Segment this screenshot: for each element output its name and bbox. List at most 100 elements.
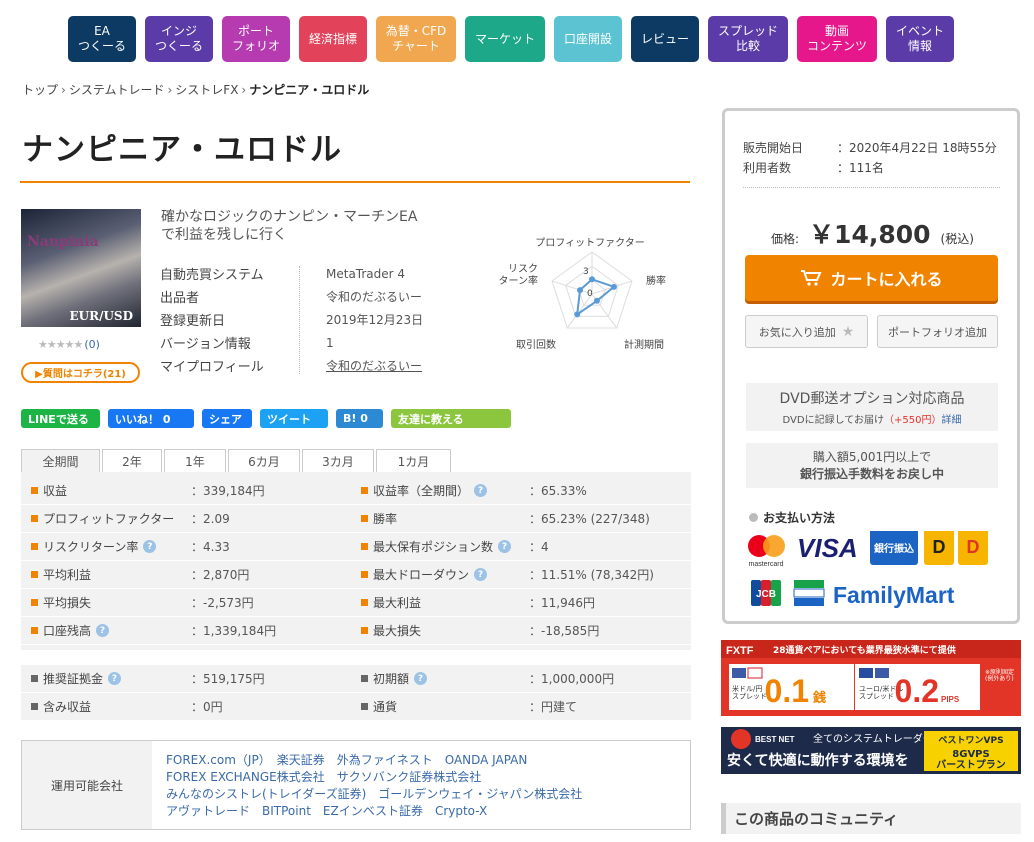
- nav-button[interactable]: レビュー: [631, 16, 699, 62]
- help-icon[interactable]: ?: [96, 624, 110, 637]
- nav-button[interactable]: 動画 コンテンツ: [797, 16, 877, 62]
- stat-value: ：4: [529, 540, 549, 554]
- bullet-icon: [361, 599, 368, 606]
- profile-link[interactable]: 令和のだぶるいー: [300, 357, 422, 374]
- stat-value: ：-18,585円: [529, 624, 600, 638]
- help-icon[interactable]: ?: [474, 484, 488, 497]
- bullet-icon: [31, 543, 38, 550]
- share-button[interactable]: ツイート: [260, 409, 328, 428]
- nav-button[interactable]: 経済指標: [299, 16, 367, 62]
- share-button[interactable]: LINEで送る: [21, 409, 100, 428]
- period-tab[interactable]: 1カ月: [376, 449, 451, 473]
- nav-button[interactable]: 為替・CFD チャート: [376, 16, 456, 62]
- stat-label: 最大損失: [373, 624, 422, 638]
- stat-value: ：339,184円: [191, 484, 265, 498]
- bullet-icon: [361, 675, 368, 682]
- stat-label: 平均利益: [43, 568, 92, 582]
- breadcrumb-link[interactable]: システムトレード: [69, 83, 165, 97]
- chevron-right-icon: ›: [167, 83, 173, 97]
- stat-label: 収益: [43, 484, 68, 498]
- broker-label: 運用可能会社: [22, 741, 152, 829]
- broker-list: FOREX.com（JP） 楽天証券 外為ファイネスト OANDA JAPAN …: [152, 741, 596, 829]
- help-icon[interactable]: ?: [143, 540, 157, 553]
- radar-label: 計測期間: [624, 338, 664, 351]
- nav-button[interactable]: 口座開設: [554, 16, 622, 62]
- add-portfolio-button[interactable]: ポートフォリオ追加: [877, 315, 998, 348]
- breadcrumb: トップ › システムトレード › シストレFX › ナンピニア・ユロドル: [22, 81, 369, 98]
- nav-button[interactable]: イベント 情報: [886, 16, 954, 62]
- help-icon[interactable]: ?: [498, 540, 512, 553]
- nav-button[interactable]: ポート フォリオ: [222, 16, 290, 62]
- share-button[interactable]: B! 0: [336, 409, 383, 428]
- question-button[interactable]: ▶質問はコチラ(21): [21, 362, 140, 383]
- radar-label: 勝率: [646, 274, 666, 287]
- bank-transfer-text: 銀行振込: [874, 542, 914, 555]
- period-tab[interactable]: 1年: [164, 449, 226, 473]
- community-heading: この商品のコミュニティ: [721, 803, 1021, 834]
- stat-value: ：0円: [191, 700, 223, 714]
- stat-item: 口座残高? ：1,339,184円: [21, 617, 349, 645]
- stat-value: ：65.33%: [529, 484, 587, 498]
- broker-line[interactable]: アヴァトレード BITPoint EZインベスト証券 Crypto-X: [166, 803, 582, 820]
- radar-point: [610, 283, 617, 290]
- fxtf-ad-art: FXTF 28通貨ペアにおいても業界最狭水準にて提供 米ドル/円スプレッド 0.…: [721, 640, 1021, 710]
- period-tab[interactable]: 全期間: [21, 449, 100, 473]
- add-to-cart-label: カートに入れる: [830, 270, 943, 289]
- svg-text:PIPS: PIPS: [941, 695, 960, 704]
- share-button[interactable]: シェア: [202, 409, 252, 428]
- fxtf-ad-banner[interactable]: FXTF 28通貨ペアにおいても業界最狭水準にて提供 米ドル/円スプレッド 0.…: [721, 640, 1021, 716]
- breadcrumb-link[interactable]: シストレFX: [175, 83, 238, 97]
- share-button-label: シェア: [209, 412, 242, 426]
- stat-value: ：4.33: [191, 540, 230, 554]
- bullet-icon: [361, 627, 368, 634]
- bullet-icon: [361, 571, 368, 578]
- radar-chart: プロフィットファクター勝率計測期間 取引回数 リスクターン率 3 0: [499, 237, 667, 351]
- spec-label: バージョン情報: [160, 337, 251, 352]
- share-button-label: 友達に教える: [398, 412, 464, 426]
- stat-value: ：1,339,184円: [191, 624, 277, 638]
- help-icon[interactable]: ?: [108, 672, 122, 685]
- nav-button[interactable]: スプレッド 比較: [708, 16, 788, 62]
- share-button-label: LINEで送る: [28, 412, 89, 426]
- broker-line[interactable]: FOREX.com（JP） 楽天証券 外為ファイネスト OANDA JAPAN: [166, 752, 582, 769]
- familymart-text: FamilyMart: [833, 582, 955, 608]
- breadcrumb-current: ナンピニア・ユロドル: [249, 83, 370, 97]
- period-tab[interactable]: 2年: [102, 449, 162, 473]
- share-button-label: いいね！ 0: [115, 412, 171, 426]
- radar-point: [577, 287, 584, 294]
- period-tab[interactable]: 6カ月: [228, 449, 300, 473]
- radar-axis: [551, 280, 593, 295]
- period-tab[interactable]: 3カ月: [302, 449, 374, 473]
- users-label: 利用者数: [743, 161, 792, 175]
- help-icon[interactable]: ?: [414, 672, 428, 685]
- add-to-cart-button[interactable]: カートに入れる: [745, 255, 998, 301]
- page-title: ナンピニア・ユロドル: [22, 132, 342, 168]
- help-icon[interactable]: ?: [474, 568, 488, 581]
- cart-icon: [801, 270, 823, 286]
- share-button[interactable]: いいね！ 0: [108, 409, 194, 428]
- bullet-icon: [31, 571, 38, 578]
- review-count-link[interactable]: (0): [84, 338, 100, 351]
- nav-button[interactable]: マーケット: [465, 16, 545, 62]
- dvd-option-box: DVD郵送オプション対応商品 DVDに記録してお届け（+550円）詳細: [746, 383, 998, 431]
- favorite-button[interactable]: お気に入り追加 ★: [745, 315, 868, 348]
- stat-label: 収益率（全期間）: [373, 484, 470, 498]
- radar-label: ターン率: [499, 274, 539, 287]
- vps-ad-banner[interactable]: BEST NET 全てのシステムトレーダーに 安くて快適に動作する環境を ベスト…: [721, 727, 1021, 774]
- svg-text:銭: 銭: [812, 690, 826, 706]
- spec-row: 出品者 令和のだぶるいー: [160, 285, 423, 308]
- product-image[interactable]: Nanpinia EUR/USD: [21, 209, 141, 327]
- breadcrumb-link[interactable]: トップ: [22, 83, 58, 97]
- paypay-logo: D: [924, 531, 954, 565]
- nav-button[interactable]: EA つくーる: [68, 16, 136, 62]
- nav-button[interactable]: インジ つくーる: [145, 16, 213, 62]
- bullet-icon: [31, 599, 38, 606]
- broker-line[interactable]: FOREX EXCHANGE株式会社 サクソバンク証券株式会社: [166, 769, 582, 786]
- broker-line[interactable]: みんなのシストレ(トレイダーズ証券) ゴールデンウェイ・ジャパン株式会社: [166, 786, 582, 803]
- bullet-icon: [361, 543, 368, 550]
- visa-logo: VISA: [797, 533, 858, 563]
- dvd-detail-link[interactable]: 詳細: [941, 415, 961, 426]
- radar-series: [575, 278, 616, 317]
- stat-label: 初期額: [373, 672, 410, 686]
- share-button[interactable]: 友達に教える: [391, 409, 511, 428]
